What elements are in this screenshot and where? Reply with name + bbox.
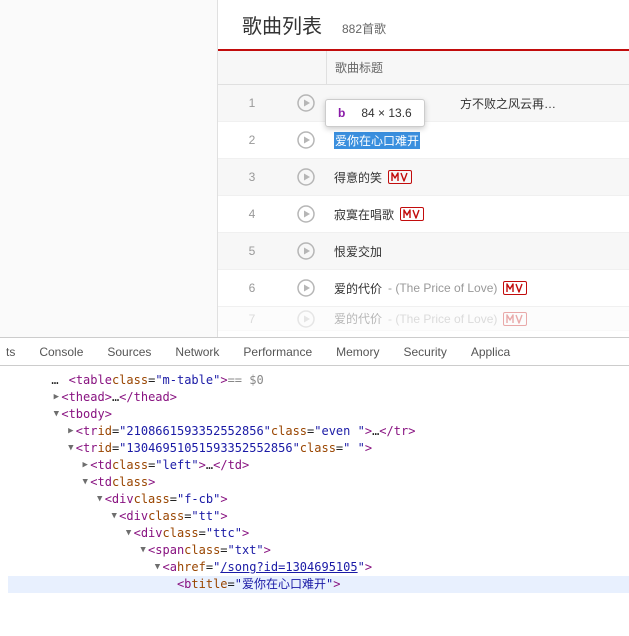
dom-tree-line[interactable]: ▼<div class="ttc">: [8, 525, 629, 542]
play-icon[interactable]: [297, 205, 315, 223]
song-title-cell[interactable]: 恨爱交加: [326, 243, 629, 260]
song-title: 恨爱交加: [334, 243, 382, 260]
tooltip-dimensions: 84 × 13.6: [361, 106, 411, 120]
list-title: 歌曲列表: [242, 10, 322, 39]
mv-icon[interactable]: [503, 312, 527, 326]
list-header: 歌曲列表 882首歌: [218, 10, 629, 51]
row-index: 3: [218, 170, 286, 184]
table-row[interactable]: 6 爱的代价 - (The Price of Love): [218, 270, 629, 307]
song-title: 爱的代价: [334, 280, 382, 297]
dom-tree-line[interactable]: … <table class="m-table"> == $0: [8, 372, 629, 389]
devtools-tab[interactable]: Applica: [459, 338, 522, 365]
song-title-cell[interactable]: 寂寞在唱歌: [326, 206, 629, 223]
table-row[interactable]: 5 恨爱交加: [218, 233, 629, 270]
devtools-tabs: tsConsoleSourcesNetworkPerformanceMemory…: [0, 338, 629, 366]
dom-tree-line[interactable]: ▶<td class="left">…</td>: [8, 457, 629, 474]
mv-icon[interactable]: [388, 170, 412, 184]
dom-tree-line[interactable]: ▼<span class="txt">: [8, 542, 629, 559]
devtools-tab[interactable]: Performance: [231, 338, 324, 365]
column-header-title: 歌曲标题: [326, 51, 383, 84]
devtools-tab[interactable]: Console: [27, 338, 95, 365]
song-title-cell[interactable]: 爱你在心口难开: [326, 132, 629, 149]
dom-tree-line[interactable]: ▼<td class>: [8, 474, 629, 491]
song-subtitle: - (The Price of Love): [388, 281, 497, 295]
play-icon[interactable]: [297, 131, 315, 149]
devtools-tab[interactable]: Network: [163, 338, 231, 365]
play-icon[interactable]: [297, 168, 315, 186]
devtools-panel: tsConsoleSourcesNetworkPerformanceMemory…: [0, 337, 629, 636]
play-icon[interactable]: [297, 94, 315, 112]
row-index: 6: [218, 281, 286, 295]
tooltip-tag: b: [338, 106, 345, 120]
dom-tree-line[interactable]: ▼<div class="tt">: [8, 508, 629, 525]
table-row[interactable]: 2 爱你在心口难开: [218, 122, 629, 159]
row-index: 4: [218, 207, 286, 221]
mv-icon[interactable]: [503, 281, 527, 295]
devtools-tab[interactable]: Sources: [95, 338, 163, 365]
play-icon[interactable]: [297, 242, 315, 260]
song-title: 爱的代价: [334, 310, 382, 327]
table-row[interactable]: 7 爱的代价 - (The Price of Love): [218, 307, 629, 331]
table-row[interactable]: 4 寂寞在唱歌: [218, 196, 629, 233]
row-index: 2: [218, 133, 286, 147]
song-title: 得意的笑: [334, 169, 382, 186]
song-subtitle: - (The Price of Love): [388, 312, 497, 326]
table-head-row: 歌曲标题: [218, 51, 629, 85]
song-title-cell[interactable]: 得意的笑: [326, 169, 629, 186]
dom-tree-line[interactable]: <b title="爱你在心口难开">: [8, 576, 629, 593]
dom-tree-line[interactable]: ▶<tr id="2108661593352552856" class="eve…: [8, 423, 629, 440]
table-row[interactable]: 3 得意的笑: [218, 159, 629, 196]
play-icon[interactable]: [297, 310, 315, 328]
devtools-elements-tree[interactable]: … <table class="m-table"> == $0 ▶<thead>…: [0, 366, 629, 636]
song-title: 爱你在心口难开: [334, 132, 420, 149]
row-index: 5: [218, 244, 286, 258]
devtools-tab[interactable]: Memory: [324, 338, 391, 365]
dom-tree-line[interactable]: ▼<a href="/song?id=1304695105">: [8, 559, 629, 576]
song-count: 882首歌: [342, 20, 386, 37]
left-sidebar-blank: [0, 0, 218, 337]
song-title-cell[interactable]: 爱的代价 - (The Price of Love): [326, 280, 629, 297]
dom-tree-line[interactable]: ▼<div class="f-cb">: [8, 491, 629, 508]
song-list-panel: 歌曲列表 882首歌 歌曲标题 1方不败之风云再…2爱你在心口难开3得意的笑4寂…: [218, 0, 629, 337]
dom-tree-line[interactable]: ▶<thead>…</thead>: [8, 389, 629, 406]
song-title-cell[interactable]: 爱的代价 - (The Price of Love): [326, 310, 629, 327]
play-icon[interactable]: [297, 279, 315, 297]
row-index: 1: [218, 96, 286, 110]
song-title: 寂寞在唱歌: [334, 206, 394, 223]
dom-tree-line[interactable]: ▼<tr id="13046951051593352552856" class=…: [8, 440, 629, 457]
devtools-tab[interactable]: ts: [6, 338, 27, 365]
mv-icon[interactable]: [400, 207, 424, 221]
devtools-tab[interactable]: Security: [391, 338, 458, 365]
row-index: 7: [218, 312, 286, 326]
dom-tree-line[interactable]: ▼<tbody>: [8, 406, 629, 423]
inspect-tooltip: b 84 × 13.6: [325, 99, 425, 127]
